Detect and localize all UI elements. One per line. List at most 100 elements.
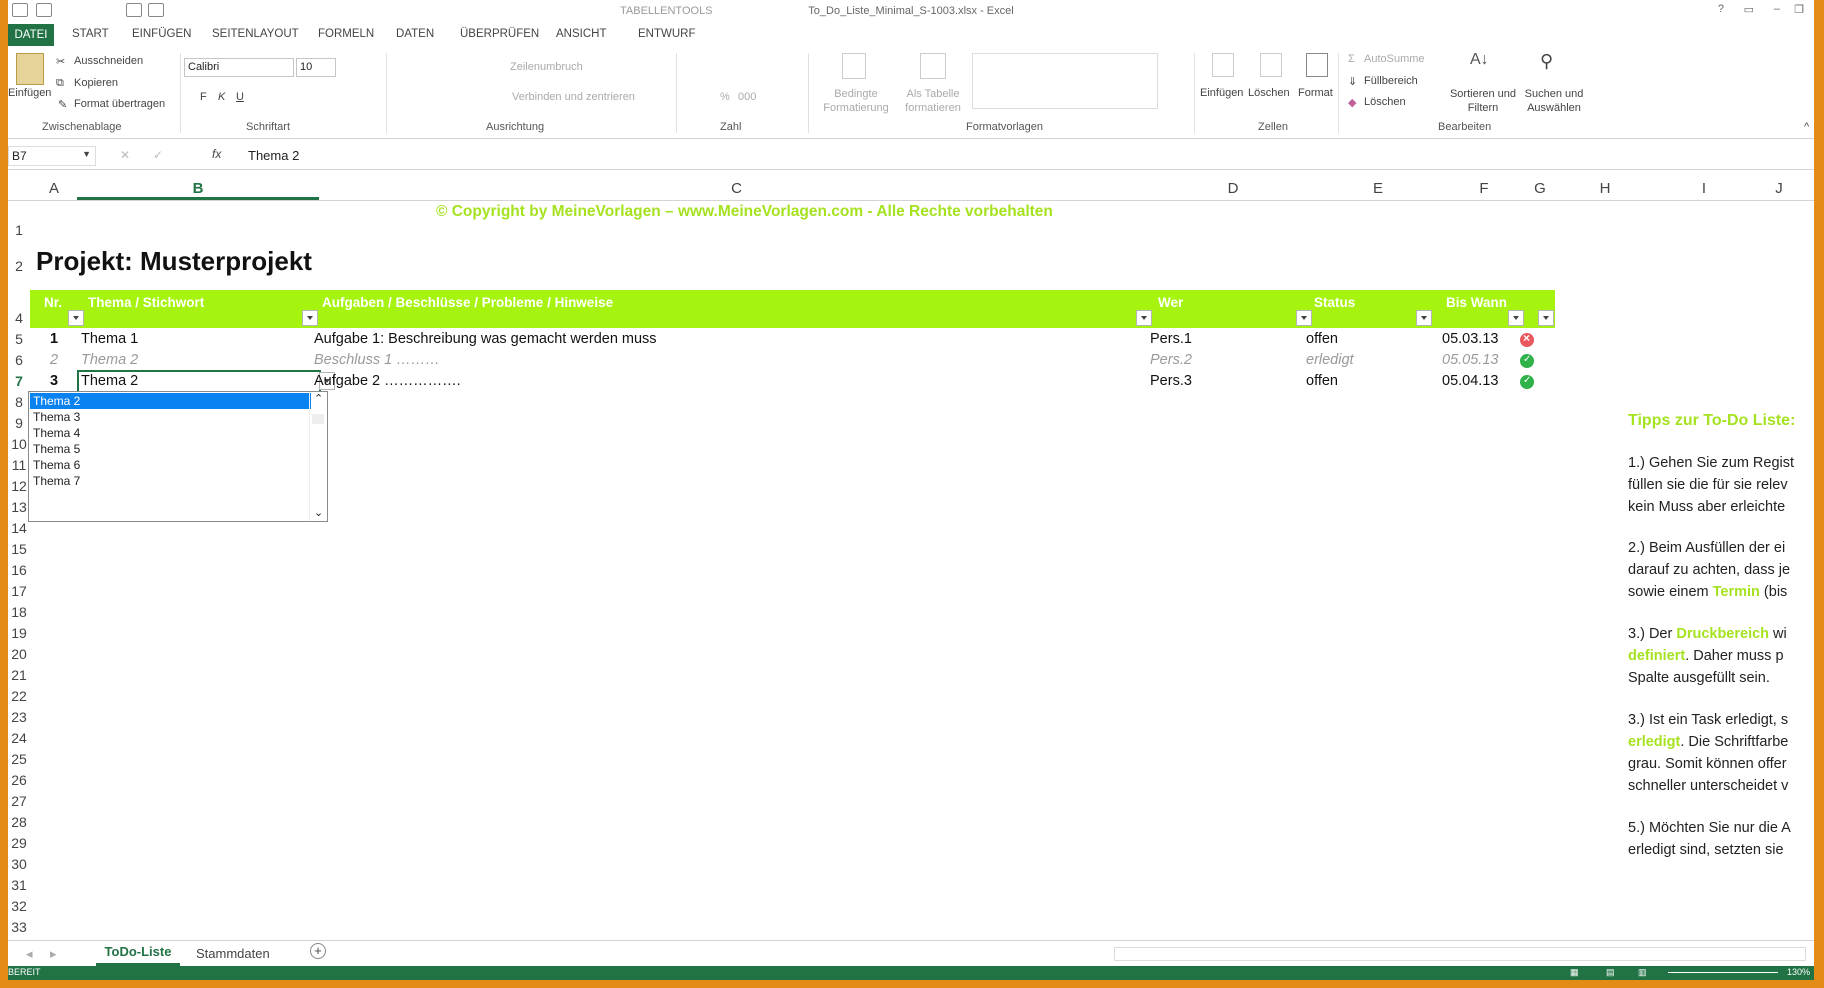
tab-ueberpruefen[interactable]: ÜBERPRÜFEN	[460, 28, 539, 40]
font-size-dropdown[interactable]: 10	[296, 58, 336, 77]
chevron-up-icon[interactable]: ⌃	[314, 392, 323, 405]
column-header-a[interactable]: A	[32, 180, 76, 197]
row-header[interactable]: 16	[8, 562, 30, 578]
collapse-ribbon-icon[interactable]: ^	[1804, 121, 1809, 133]
cell-nr[interactable]: 3	[50, 373, 58, 389]
cell-bis-wann[interactable]: 05.03.13	[1442, 331, 1498, 347]
row-header[interactable]: 18	[8, 604, 30, 620]
sheet-tab-stammdaten[interactable]: Stammdaten	[196, 946, 270, 961]
help-icon[interactable]: ?	[1718, 3, 1724, 15]
row-header-selected[interactable]: 7	[8, 373, 30, 389]
page-break-view-icon[interactable]: ▥	[1638, 967, 1647, 978]
header-wer[interactable]: Wer	[1158, 295, 1183, 310]
format-cells-icon[interactable]	[1306, 53, 1328, 77]
tab-ansicht[interactable]: ANSICHT	[556, 28, 606, 40]
find-select-button[interactable]: Suchen und Auswählen	[1516, 87, 1592, 115]
horizontal-scrollbar[interactable]	[1114, 947, 1806, 961]
row-header[interactable]: 33	[8, 919, 30, 935]
header-nr[interactable]: Nr.	[44, 295, 62, 310]
row-header[interactable]: 30	[8, 856, 30, 872]
row-header[interactable]: 1	[8, 222, 30, 238]
normal-view-icon[interactable]: ▦	[1570, 967, 1579, 978]
row-header[interactable]: 32	[8, 898, 30, 914]
tab-daten[interactable]: DATEN	[396, 28, 434, 40]
copy-icon[interactable]: ⧉	[56, 77, 64, 90]
name-box[interactable]: B7 ▼	[8, 146, 96, 166]
conditional-format-icon[interactable]	[842, 53, 866, 79]
tab-start[interactable]: START	[72, 28, 109, 40]
row-header[interactable]: 17	[8, 583, 30, 599]
dropdown-scrollbar[interactable]: ⌃ ⌄	[309, 392, 327, 521]
cell-bis-wann[interactable]: 05.05.13	[1442, 352, 1498, 368]
row-header[interactable]: 15	[8, 541, 30, 557]
cell-wer[interactable]: Pers.1	[1150, 331, 1192, 347]
row-header[interactable]: 11	[8, 457, 30, 473]
tab-einfuegen[interactable]: EINFÜGEN	[132, 28, 191, 40]
column-header-c[interactable]: C	[320, 180, 1153, 197]
dropdown-option[interactable]: Thema 4	[33, 425, 80, 441]
paste-button[interactable]: Einfügen	[8, 87, 51, 99]
column-header-i[interactable]: I	[1655, 180, 1753, 197]
page-layout-view-icon[interactable]: ▤	[1606, 967, 1615, 978]
autosum-button[interactable]: AutoSumme	[1364, 53, 1425, 65]
cell-status[interactable]: offen	[1306, 373, 1338, 389]
dropdown-option[interactable]: Thema 7	[33, 473, 80, 489]
cut-icon[interactable]: ✂	[56, 55, 65, 68]
cell-thema[interactable]: Thema 2	[81, 373, 138, 389]
wrap-text-button[interactable]: Zeilenumbruch	[510, 61, 583, 73]
row-header[interactable]: 21	[8, 667, 30, 683]
filter-dropdown-icon[interactable]	[68, 310, 84, 326]
row-header[interactable]: 25	[8, 751, 30, 767]
cell-wer[interactable]: Pers.2	[1150, 352, 1192, 368]
thousands-button[interactable]: 000	[738, 91, 756, 103]
chevron-down-icon[interactable]: ⌄	[314, 506, 323, 519]
row-header[interactable]: 10	[8, 436, 30, 452]
formula-input[interactable]: Thema 2	[248, 148, 299, 163]
clear-icon[interactable]: ◆	[1348, 96, 1356, 109]
chevron-down-icon[interactable]: ▼	[82, 149, 91, 159]
project-title[interactable]: Projekt: Musterprojekt	[36, 246, 312, 277]
row-header[interactable]: 26	[8, 772, 30, 788]
cell-status[interactable]: erledigt	[1306, 352, 1354, 368]
add-sheet-button[interactable]: +	[310, 943, 326, 959]
ribbon-display-icon[interactable]: ▭	[1744, 3, 1754, 16]
row-header[interactable]: 5	[8, 331, 30, 347]
dropdown-option[interactable]: Thema 3	[33, 409, 80, 425]
insert-cells-button[interactable]: Einfügen	[1200, 87, 1243, 99]
row-header[interactable]: 6	[8, 352, 30, 368]
cell-nr[interactable]: 2	[50, 352, 58, 368]
cut-button[interactable]: Ausschneiden	[74, 55, 143, 67]
cell-status[interactable]: offen	[1306, 331, 1338, 347]
column-header-f[interactable]: F	[1444, 180, 1524, 197]
row-header[interactable]: 22	[8, 688, 30, 704]
insert-function-icon[interactable]: fx	[212, 147, 221, 161]
minimize-icon[interactable]: –	[1774, 3, 1780, 15]
row-header[interactable]: 8	[8, 394, 30, 410]
filter-dropdown-icon[interactable]	[1508, 310, 1524, 326]
font-name-dropdown[interactable]: Calibri	[184, 58, 294, 77]
restore-icon[interactable]: ❐	[1794, 3, 1804, 16]
row-header[interactable]: 2	[8, 258, 30, 274]
row-header[interactable]: 9	[8, 415, 30, 431]
sheet-tab-todo-liste[interactable]: ToDo-Liste	[96, 941, 180, 966]
filter-dropdown-icon[interactable]	[1416, 310, 1432, 326]
row-header[interactable]: 14	[8, 520, 30, 536]
zoom-level[interactable]: 130%	[1787, 967, 1810, 977]
autosum-icon[interactable]: Σ	[1348, 53, 1355, 65]
filter-dropdown-icon[interactable]	[1538, 310, 1554, 326]
clear-button[interactable]: Löschen	[1364, 96, 1406, 108]
delete-cells-icon[interactable]	[1260, 53, 1282, 77]
header-bis-wann[interactable]: Bis Wann	[1446, 295, 1507, 310]
row-header[interactable]: 31	[8, 877, 30, 893]
cell-aufgabe[interactable]: Aufgabe 1: Beschreibung was gemacht werd…	[314, 331, 657, 347]
format-painter-button[interactable]: Format übertragen	[74, 98, 165, 110]
format-cells-button[interactable]: Format	[1298, 87, 1333, 99]
tab-seitenlayout[interactable]: SEITENLAYOUT	[212, 28, 299, 40]
validation-dropdown-list[interactable]: Thema 2 Thema 3 Thema 4 Thema 5 Thema 6 …	[28, 391, 328, 522]
row-header[interactable]: 19	[8, 625, 30, 641]
row-header[interactable]: 12	[8, 478, 30, 494]
column-header-g[interactable]: G	[1525, 180, 1555, 197]
underline-button[interactable]: U	[236, 91, 244, 103]
cell-aufgabe[interactable]: Aufgabe 2 …………….	[314, 373, 461, 389]
tab-entwurf[interactable]: ENTWURF	[638, 28, 696, 40]
